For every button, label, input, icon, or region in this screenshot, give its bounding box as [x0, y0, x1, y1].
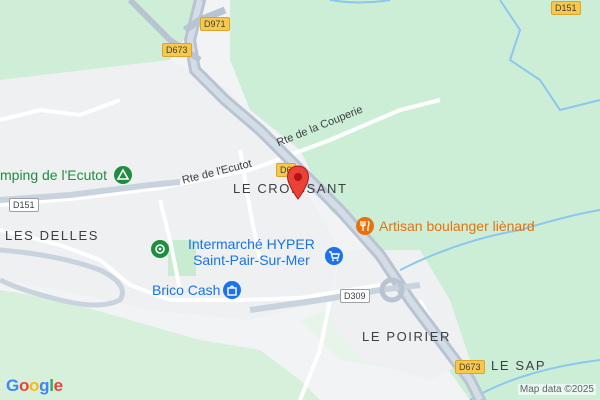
poi-brico-label[interactable]: Brico Cash [152, 282, 220, 298]
location-pin-icon[interactable] [286, 165, 310, 201]
shield-d971: D971 [200, 17, 230, 31]
shopping-cart-icon[interactable] [325, 247, 343, 265]
place-les-delles: LES DELLES [5, 228, 100, 243]
map-view[interactable]: LE CROISSANT LES DELLES LE POIRIER LE SA… [0, 0, 600, 400]
intermarche-line1: Intermarché HYPER [188, 236, 315, 252]
shield-d673-top: D673 [162, 43, 192, 57]
intermarche-line2: Saint-Pair-Sur-Mer [193, 252, 310, 268]
shield-d673-bottom: D673 [455, 360, 485, 374]
poi-bakery-label[interactable]: Artisan boulanger liènard [379, 218, 535, 234]
shield-d151-left: D151 [9, 198, 39, 212]
poi-camping-label[interactable]: mping de l'Ecutot [0, 167, 107, 183]
camping-icon[interactable] [114, 166, 132, 184]
restaurant-icon[interactable] [356, 217, 374, 235]
place-le-sap: LE SAP [491, 358, 547, 373]
poi-intermarche-label[interactable]: Intermarché HYPER Saint-Pair-Sur-Mer [188, 236, 315, 268]
google-logo: Google [6, 376, 63, 395]
shield-d151-top: D151 [551, 1, 581, 15]
park-icon[interactable] [151, 240, 169, 258]
place-le-poirier: LE POIRIER [362, 329, 451, 344]
shield-d309: D309 [340, 289, 370, 303]
shopping-bag-icon[interactable] [223, 281, 241, 299]
map-attribution[interactable]: Map data ©2025 [517, 384, 596, 395]
